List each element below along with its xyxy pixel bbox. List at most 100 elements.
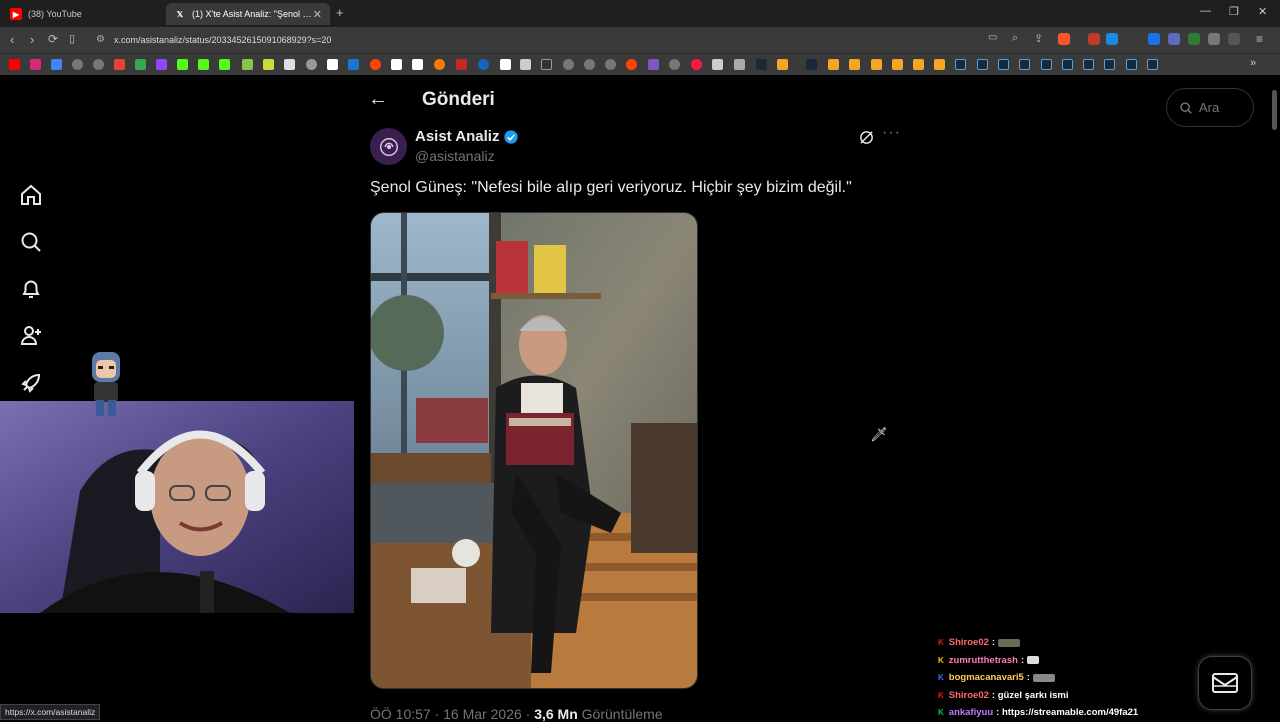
author-name[interactable]: Asist Analiz [415, 128, 519, 145]
bookmark-steam-icon[interactable] [1083, 59, 1094, 70]
bookmark-gmail-icon[interactable] [114, 59, 125, 70]
avatar[interactable] [370, 128, 407, 165]
close-tab-icon[interactable]: ✕ [313, 8, 322, 21]
bookmark-steam-icon[interactable] [1041, 59, 1052, 70]
bookmark-icon[interactable] [849, 59, 860, 70]
bookmark-globe-icon[interactable] [563, 59, 574, 70]
bookmark-icon[interactable] [520, 59, 531, 70]
close-window-button[interactable]: ✕ [1258, 5, 1267, 18]
tweet-photo[interactable] [370, 212, 698, 689]
bookmark-icon[interactable] [306, 59, 317, 70]
bookmark-twitch-icon[interactable] [156, 59, 167, 70]
rocket-icon[interactable] [18, 370, 44, 396]
brave-shield-icon[interactable] [1058, 33, 1070, 45]
back-arrow-icon[interactable]: ← [368, 88, 388, 111]
bookmark-icon[interactable] [284, 59, 295, 70]
bookmark-globe-icon[interactable] [669, 59, 680, 70]
search-input[interactable]: Ara [1166, 88, 1254, 127]
bookmark-steam-icon[interactable] [977, 59, 988, 70]
bookmark-icon[interactable] [500, 59, 511, 70]
bookmark-steam-icon[interactable] [1126, 59, 1137, 70]
grok-icon[interactable] [858, 129, 875, 151]
bookmark-steam-icon[interactable] [1147, 59, 1158, 70]
bookmark-globe-icon[interactable] [584, 59, 595, 70]
extension-icon[interactable] [1148, 33, 1160, 45]
bookmark-icon[interactable] [712, 59, 723, 70]
tab-x-post[interactable]: 𝕏 (1) X'te Asist Analiz: "Şenol Güne ✕ [166, 3, 330, 25]
bookmark-icon[interactable] [456, 59, 467, 70]
bookmark-x-icon[interactable] [327, 59, 338, 70]
bookmark-icon[interactable] [777, 59, 788, 70]
bookmark-instagram-icon[interactable] [30, 59, 41, 70]
chat-username: bogmacanavari5 [948, 672, 1024, 684]
browser-tab-strip: ▶ (38) YouTube 𝕏 (1) X'te Asist Analiz: … [0, 0, 1280, 27]
bookmark-icon[interactable] [691, 59, 702, 70]
bookmark-drive-icon[interactable] [135, 59, 146, 70]
minimize-button[interactable]: — [1200, 5, 1211, 17]
bookmark-icon[interactable] [478, 59, 489, 70]
bookmark-reddit-icon[interactable] [626, 59, 637, 70]
author-handle[interactable]: @asistanaliz [415, 148, 495, 164]
bookmark-kick-icon[interactable] [198, 59, 209, 70]
extension-icon[interactable] [1106, 33, 1118, 45]
cast-icon[interactable]: ▭ [988, 32, 997, 43]
bookmark-globe-icon[interactable] [93, 59, 104, 70]
bookmark-steam-icon[interactable] [998, 59, 1009, 70]
bookmark-steam-icon[interactable] [756, 59, 767, 70]
chat-text: : [991, 637, 996, 649]
scrollbar[interactable] [1272, 90, 1277, 130]
zoom-icon[interactable]: ⌕ [1012, 32, 1018, 45]
bookmark-steam-icon[interactable] [955, 59, 966, 70]
bookmark-steam-icon[interactable] [1062, 59, 1073, 70]
url-field[interactable]: ⚙ x.com/asistanaliz/status/2033452615091… [88, 30, 978, 50]
bookmark-globe-icon[interactable] [605, 59, 616, 70]
search-icon[interactable] [18, 229, 44, 255]
bell-icon[interactable] [18, 276, 44, 302]
share-icon[interactable]: ⇪ [1034, 32, 1043, 45]
bookmark-kick-icon[interactable] [219, 59, 230, 70]
bookmark-icon[interactable] [242, 59, 253, 70]
bookmark-folder-icon[interactable] [734, 59, 745, 70]
extension-icon[interactable] [1168, 33, 1180, 45]
bookmark-icon[interactable] [892, 59, 903, 70]
bookmark-icon[interactable] [541, 59, 552, 70]
bookmark-icon[interactable]: ▯ [69, 32, 75, 45]
sidebar-toggle-icon[interactable] [1228, 33, 1240, 45]
chat-badge: K [938, 638, 944, 648]
menu-icon[interactable]: ≡ [1256, 32, 1263, 46]
bookmark-icon[interactable] [871, 59, 882, 70]
bookmark-icon[interactable] [51, 59, 62, 70]
bookmark-steam-icon[interactable] [806, 59, 817, 70]
forward-nav-icon[interactable]: › [30, 32, 34, 47]
add-person-icon[interactable] [18, 322, 44, 348]
bookmark-icon[interactable] [934, 59, 945, 70]
bookmark-reddit-icon[interactable] [370, 59, 381, 70]
bookmark-steam-icon[interactable] [1104, 59, 1115, 70]
bookmarks-overflow-icon[interactable]: » [1250, 57, 1256, 69]
bookmark-icon[interactable] [913, 59, 924, 70]
extensions-puzzle-icon[interactable] [1208, 33, 1220, 45]
site-settings-icon[interactable]: ⚙ [96, 34, 105, 45]
bookmark-kick-icon[interactable] [177, 59, 188, 70]
back-nav-icon[interactable]: ‹ [10, 32, 14, 47]
bookmark-icon[interactable] [648, 59, 659, 70]
messages-button[interactable] [1198, 656, 1252, 710]
bookmark-icon[interactable] [348, 59, 359, 70]
bookmark-icon[interactable] [828, 59, 839, 70]
bookmark-globe-icon[interactable] [72, 59, 83, 70]
tab-youtube[interactable]: ▶ (38) YouTube [2, 3, 164, 25]
maximize-button[interactable]: ❐ [1229, 5, 1239, 18]
extension-icon[interactable] [1188, 33, 1200, 45]
bookmark-steam-icon[interactable] [1019, 59, 1030, 70]
new-tab-button[interactable]: + [336, 5, 344, 20]
bookmark-icon[interactable] [412, 59, 423, 70]
bookmark-icon[interactable] [263, 59, 274, 70]
youtube-icon: ▶ [10, 8, 22, 20]
bookmark-icon[interactable] [391, 59, 402, 70]
home-icon[interactable] [18, 182, 44, 208]
bookmark-youtube-icon[interactable] [9, 59, 20, 70]
more-options-icon[interactable]: ··· [882, 124, 901, 142]
bookmark-icon[interactable] [434, 59, 445, 70]
extension-icon[interactable] [1088, 33, 1100, 45]
reload-icon[interactable]: ⟳ [48, 32, 58, 46]
